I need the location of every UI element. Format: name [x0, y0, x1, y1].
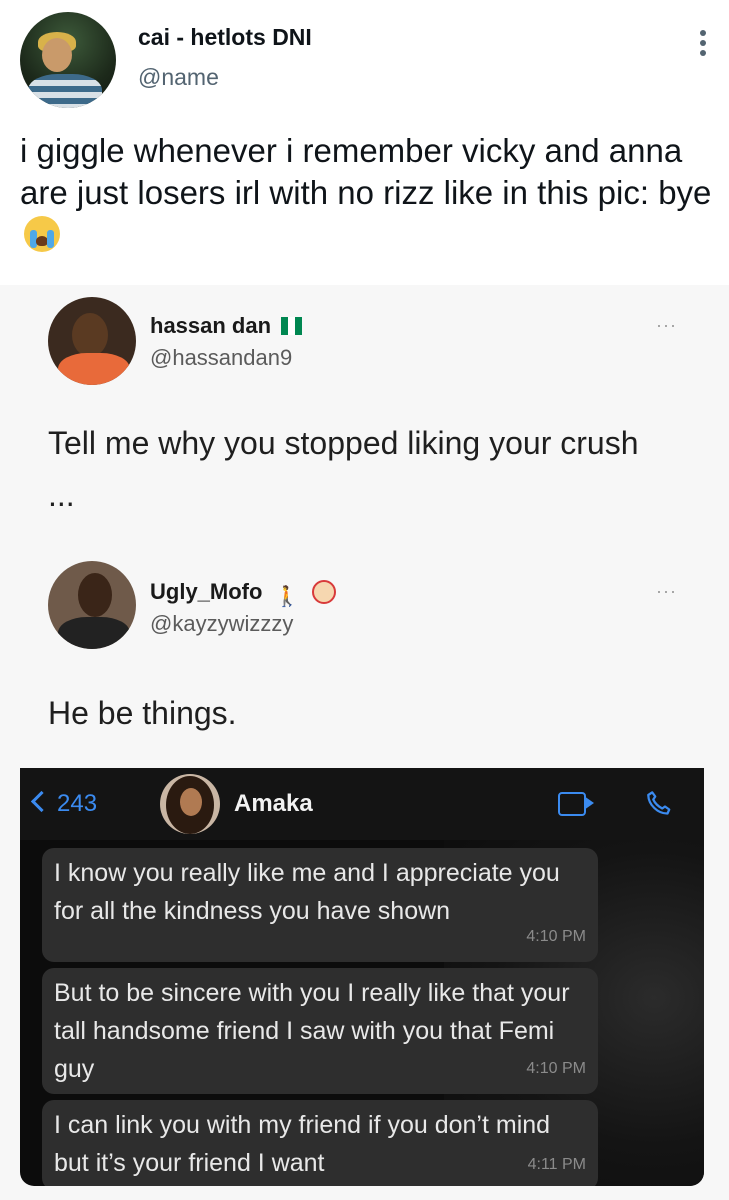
back-button: 243 [30, 790, 98, 818]
more-options-icon[interactable] [700, 30, 708, 60]
tweet-text: i giggle whenever i remember vicky and a… [20, 130, 720, 256]
post1-text: Tell me why you stopped liking your crus… [48, 425, 639, 513]
post1-name: hassan dan [150, 313, 272, 338]
back-count: 243 [57, 790, 98, 817]
author-display-name[interactable]: cai - hetlots DNI [138, 24, 312, 51]
message-text: But to be sincere with you I really like… [54, 979, 570, 1083]
post2-avatar [48, 561, 136, 649]
post1-name-row: hassan dan [150, 313, 303, 341]
message-time: 4:11 PM [527, 1156, 586, 1173]
post1-avatar [48, 297, 136, 385]
post2-text: He be things. [48, 695, 237, 731]
message-bubble: But to be sincere with you I really like… [42, 968, 598, 1094]
video-call-icon [558, 792, 594, 816]
loudly-crying-face-icon [24, 216, 60, 252]
avatar-shirt [28, 74, 102, 108]
post2-name-row: Ugly_Mofo 🚶 [150, 579, 336, 609]
author-avatar[interactable] [20, 12, 116, 108]
post1-more-icon: ··· [656, 315, 677, 335]
post1-handle: @hassandan9 [150, 345, 293, 370]
post2-name: Ugly_Mofo [150, 579, 263, 604]
message-text: I know you really like me and I apprecia… [54, 859, 560, 925]
chat-header: 243 Amaka [20, 768, 704, 840]
message-bubble: I can link you with my friend if you don… [42, 1100, 598, 1186]
avatar-face [42, 38, 72, 72]
chevron-left-icon [30, 790, 53, 813]
tweet-body: i giggle whenever i remember vicky and a… [20, 132, 712, 211]
post2-more-icon: ··· [656, 581, 677, 601]
author-handle[interactable]: @name [138, 64, 219, 91]
contact-name: Amaka [234, 790, 313, 817]
chat-screenshot: 243 Amaka I know you really like me and … [20, 768, 704, 1186]
contact-avatar [160, 774, 220, 834]
nigeria-flag-icon [281, 315, 303, 341]
post2-handle: @kayzywizzzy [150, 611, 294, 636]
message-bubble: I know you really like me and I apprecia… [42, 848, 598, 962]
clown-face-icon [311, 580, 336, 604]
tweet-media-image[interactable]: hassan dan @hassandan9 ··· Tell me why y… [0, 285, 729, 1200]
phone-icon [647, 791, 671, 815]
message-time: 4:10 PM [526, 928, 586, 945]
message-text: I can link you with my friend if you don… [54, 1111, 551, 1177]
person-walking-with-cane-icon: 🚶 [274, 586, 300, 608]
message-time: 4:10 PM [526, 1060, 586, 1077]
